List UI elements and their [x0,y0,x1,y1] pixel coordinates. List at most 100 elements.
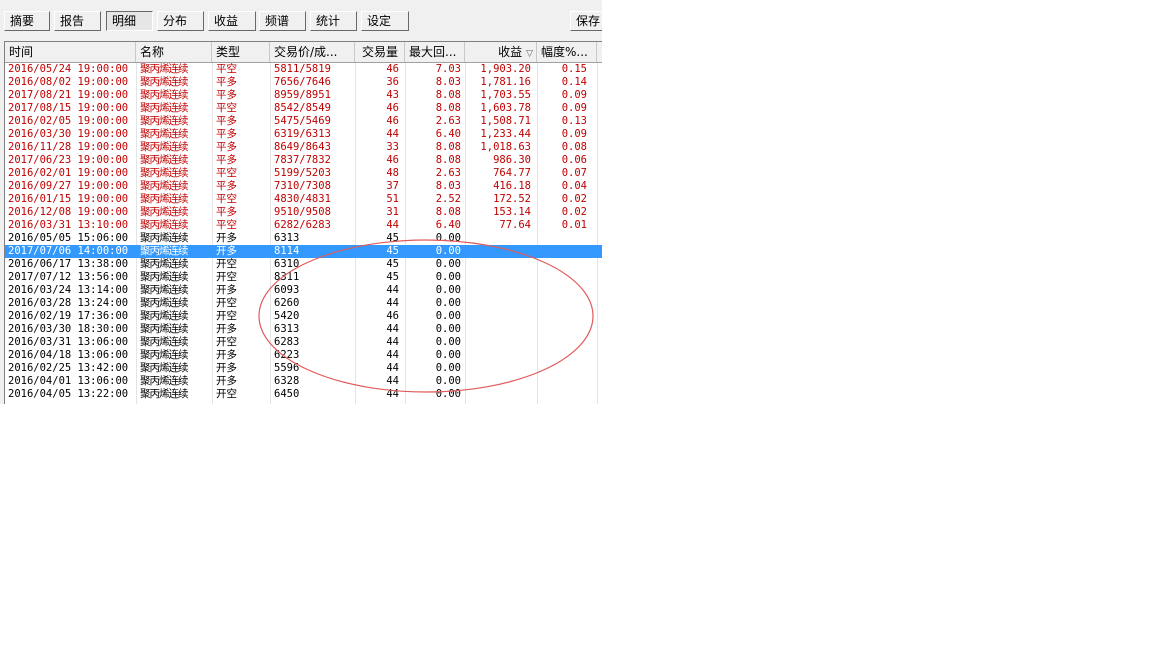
table-row[interactable]: 2016/02/19 17:36:00 聚丙烯连续 开空 5420 46 0.00 [5,310,602,323]
cell-type: 开空 [216,258,237,270]
cell-max-dd: 0.00 [435,349,461,361]
cell-time: 2016/04/18 13:06:00 [8,349,129,361]
table-row[interactable]: 2016/05/05 15:06:00 聚丙烯连续 开多 6313 45 0.00 [5,232,602,245]
cell-time: 2016/01/15 19:00:00 [8,193,129,205]
cell-max-dd: 8.08 [435,154,461,166]
table-row[interactable]: 2016/03/24 13:14:00 聚丙烯连续 开多 6093 44 0.00 [5,284,602,297]
cell-type: 平多 [216,180,237,192]
cell-price: 6282/6283 [274,219,331,231]
col-header-name[interactable]: 名称 [136,42,212,62]
table-row[interactable]: 2016/12/08 19:00:00 聚丙烯连续 平多 9510/9508 31 8.0… [5,206,602,219]
table-row[interactable]: 2017/07/12 13:56:00 聚丙烯连续 开空 8311 45 0.00 [5,271,602,284]
col-header-price[interactable]: 交易价/成... [270,42,355,62]
table-row[interactable]: 2016/02/01 19:00:00 聚丙烯连续 平空 5199/5203 48 2.6… [5,167,602,180]
cell-time: 2016/03/28 13:24:00 [8,297,129,309]
col-header-pct[interactable]: 幅度%... [537,42,597,62]
cell-price: 6093 [274,284,300,296]
table-row[interactable]: 2016/09/27 19:00:00 聚丙烯连续 平多 7310/7308 37 8.0… [5,180,602,193]
cell-price: 4830/4831 [274,193,331,205]
cell-name: 聚丙烯连续 [140,63,189,75]
cell-qty: 44 [386,336,399,348]
table-row[interactable]: 2017/08/21 19:00:00 聚丙烯连续 平多 8959/8951 43 8.0… [5,89,602,102]
cell-price: 8649/8643 [274,141,331,153]
cell-qty: 44 [386,349,399,361]
cell-time: 2016/03/31 13:10:00 [8,219,129,231]
cell-type: 开空 [216,388,237,400]
tab-report[interactable]: 报告 [54,11,101,31]
save-button[interactable]: 保存 [570,11,602,31]
cell-pct: 0.15 [561,63,587,75]
cell-time: 2017/07/12 13:56:00 [8,271,129,283]
table-row[interactable]: 2016/03/30 18:30:00 聚丙烯连续 开多 6313 44 0.00 [5,323,602,336]
trade-detail-table: 时间 名称 类型 交易价/成... 交易量 最大回... 收益 ▽ 幅度%... … [4,41,602,404]
cell-qty: 43 [386,89,399,101]
table-row[interactable]: 2016/06/17 13:38:00 聚丙烯连续 开空 6310 45 0.00 [5,258,602,271]
table-row[interactable]: 2017/08/15 19:00:00 聚丙烯连续 平空 8542/8549 46 8.0… [5,102,602,115]
table-row[interactable]: 2016/03/31 13:10:00 聚丙烯连续 平空 6282/6283 44 6.4… [5,219,602,232]
col-header-qty[interactable]: 交易量 [355,42,405,62]
tab-returns[interactable]: 收益 [208,11,256,31]
cell-name: 聚丙烯连续 [140,180,189,192]
cell-name: 聚丙烯连续 [140,388,189,400]
tab-statistics[interactable]: 统计 [310,11,357,31]
cell-qty: 46 [386,154,399,166]
cell-pnl: 986.30 [493,154,531,166]
col-header-max-dd[interactable]: 最大回... [405,42,465,62]
table-row[interactable]: 2016/02/05 19:00:00 聚丙烯连续 平多 5475/5469 46 2.6… [5,115,602,128]
cell-pnl [467,232,531,245]
col-header-type[interactable]: 类型 [212,42,270,62]
cell-price: 5199/5203 [274,167,331,179]
tab-summary[interactable]: 摘要 [4,11,50,31]
cell-pct: 0.07 [561,167,587,179]
table-row[interactable]: 2016/01/15 19:00:00 聚丙烯连续 平空 4830/4831 51 2.5… [5,193,602,206]
table-row[interactable]: 2016/05/24 19:00:00 聚丙烯连续 平空 5811/5819 46 7.0… [5,63,602,76]
cell-max-dd: 8.08 [435,89,461,101]
table-row-selected[interactable]: 2017/07/06 14:00:00 聚丙烯连续 开多 8114 45 0.00 [5,245,602,258]
cell-pct [541,297,587,310]
cell-type: 平空 [216,63,237,75]
cell-pnl [467,310,531,323]
cell-qty: 36 [386,76,399,88]
col-header-pnl[interactable]: 收益 ▽ [465,42,537,62]
cell-pnl [467,245,531,258]
cell-name: 聚丙烯连续 [140,193,189,205]
cell-max-dd: 0.00 [435,310,461,322]
table-row[interactable]: 2016/04/18 13:06:00 聚丙烯连续 开多 6223 44 0.00 [5,349,602,362]
table-row[interactable]: 2016/04/05 13:22:00 聚丙烯连续 开空 6450 44 0.00 [5,388,602,401]
cell-pnl: 1,233.44 [480,128,531,140]
table-row[interactable]: 2016/03/30 19:00:00 聚丙烯连续 平多 6319/6313 44 6.4… [5,128,602,141]
table-row[interactable]: 2016/04/01 13:06:00 聚丙烯连续 开多 6328 44 0.00 [5,375,602,388]
tab-details[interactable]: 明细 [106,11,153,31]
cell-pct: 0.13 [561,115,587,127]
table-row[interactable]: 2016/03/31 13:06:00 聚丙烯连续 开空 6283 44 0.00 [5,336,602,349]
cell-qty: 33 [386,141,399,153]
cell-pct [541,284,587,297]
table-row[interactable]: 2016/08/02 19:00:00 聚丙烯连续 平多 7656/7646 36 8.0… [5,76,602,89]
cell-qty: 46 [386,63,399,75]
cell-time: 2016/03/31 13:06:00 [8,336,129,348]
tab-settings[interactable]: 设定 [361,11,409,31]
table-row[interactable]: 2016/03/28 13:24:00 聚丙烯连续 开空 6260 44 0.00 [5,297,602,310]
table-row[interactable]: 2016/11/28 19:00:00 聚丙烯连续 平多 8649/8643 33 8.0… [5,141,602,154]
table-row[interactable]: 2017/06/23 19:00:00 聚丙烯连续 平多 7837/7832 46 8.0… [5,154,602,167]
cell-pnl: 1,781.16 [480,76,531,88]
cell-name: 聚丙烯连续 [140,310,189,322]
cell-max-dd: 0.00 [435,232,461,244]
cell-pct [541,245,587,258]
col-header-time[interactable]: 时间 [5,42,136,62]
tab-distribution[interactable]: 分布 [157,11,204,31]
cell-type: 平多 [216,141,237,153]
cell-max-dd: 8.03 [435,180,461,192]
cell-max-dd: 0.00 [435,245,461,257]
cell-qty: 46 [386,310,399,322]
table-row[interactable]: 2016/02/25 13:42:00 聚丙烯连续 开多 5596 44 0.00 [5,362,602,375]
cell-price: 6319/6313 [274,128,331,140]
cell-name: 聚丙烯连续 [140,284,189,296]
cell-max-dd: 2.63 [435,115,461,127]
sort-desc-icon: ▽ [526,49,533,59]
cell-type: 平空 [216,193,237,205]
tab-spectrum[interactable]: 频谱 [259,11,306,31]
cell-price: 5420 [274,310,300,322]
cell-name: 聚丙烯连续 [140,115,189,127]
cell-pct [541,323,587,336]
